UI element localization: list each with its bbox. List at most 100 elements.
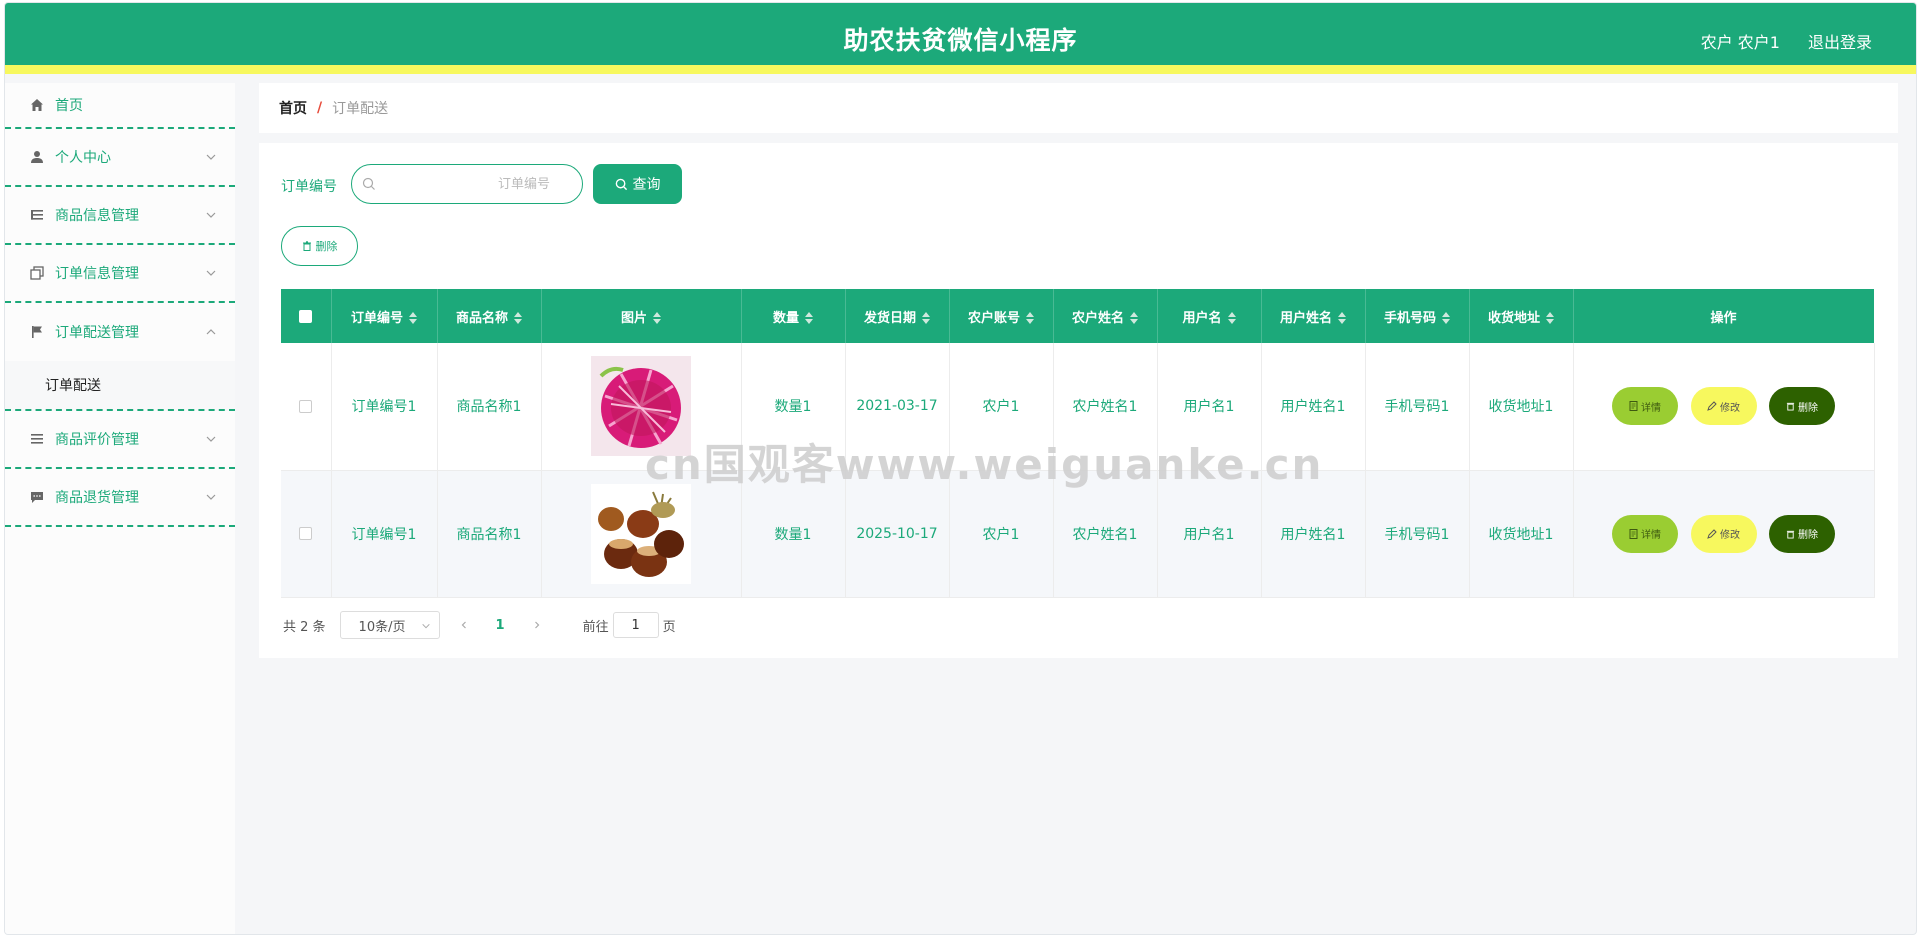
dragon-fruit-image [591, 356, 691, 457]
top-header: 助农扶贫微信小程序 农户 农户1 退出登录 [5, 3, 1916, 74]
list-icon [29, 207, 45, 223]
sidebar-item-product-review[interactable]: 商品评价管理 [5, 411, 235, 469]
column-header[interactable]: 手机号码 [1365, 289, 1470, 343]
sort-icon [805, 312, 813, 324]
cell-qty: 数量1 [741, 470, 846, 598]
search-icon [362, 177, 376, 191]
search-input[interactable] [382, 165, 574, 203]
chevron-down-icon [205, 209, 217, 221]
prev-page-button[interactable] [450, 611, 478, 639]
breadcrumb-current: 订单配送 [332, 101, 389, 117]
cell-date: 2025-10-17 [845, 470, 950, 598]
cell-farmer-account: 农户1 [949, 343, 1054, 471]
column-header[interactable]: 农户账号 [949, 289, 1054, 343]
cell-user-name: 用户姓名1 [1261, 470, 1366, 598]
query-button[interactable]: 查询 [593, 164, 682, 204]
page-number[interactable]: 1 [496, 618, 505, 633]
sidebar-item-order-info[interactable]: 订单信息管理 [5, 245, 235, 303]
next-page-button[interactable] [523, 611, 551, 639]
sort-icon [922, 312, 930, 324]
cell-order-no: 订单编号1 [331, 470, 438, 598]
column-header[interactable]: 数量 [741, 289, 846, 343]
flag-icon [29, 324, 45, 340]
cell-user-name: 用户姓名1 [1261, 343, 1366, 471]
trash-icon [1786, 530, 1795, 538]
detail-button[interactable]: 详情 [1612, 514, 1679, 553]
select-all-cell [281, 289, 332, 343]
goto-suffix: 页 [662, 619, 676, 635]
goto-page-input[interactable] [612, 612, 659, 638]
delete-button[interactable]: 删除 [1768, 387, 1835, 426]
sort-icon [1227, 312, 1236, 324]
trash-icon [302, 241, 311, 251]
select-all-checkbox[interactable] [299, 309, 313, 323]
cell-qty: 数量1 [741, 343, 846, 471]
cell-actions: 详情 修改 删除 [1573, 470, 1875, 598]
data-table: 订单编号 商品名称 图片 数量 发货日期 农户账号 农户姓名 用户名 用户姓名 … [281, 289, 1875, 598]
column-header[interactable]: 商品名称 [437, 289, 542, 343]
cell-date: 2021-03-17 [845, 343, 950, 471]
sidebar-item-order-delivery[interactable]: 订单配送管理 [5, 303, 235, 361]
cell-phone: 手机号码1 [1365, 343, 1470, 471]
sort-icon [409, 312, 417, 324]
sort-icon [653, 312, 661, 324]
batch-delete-button[interactable]: 删除 [281, 226, 358, 266]
sidebar-item-product-return[interactable]: 商品退货管理 [5, 469, 235, 527]
detail-button[interactable]: 详情 [1612, 387, 1679, 426]
sidebar-item-label: 商品评价管理 [55, 432, 139, 448]
search-icon [615, 178, 627, 190]
breadcrumb-separator: / [317, 100, 323, 116]
list-icon [29, 431, 45, 447]
sidebar-item-label: 订单信息管理 [55, 266, 139, 282]
cell-address: 收货地址1 [1469, 343, 1574, 471]
column-header[interactable]: 用户姓名 [1261, 289, 1366, 343]
chevron-up-icon [205, 326, 217, 338]
query-button-label: 查询 [632, 177, 661, 193]
sort-icon [514, 312, 522, 324]
cell-farmer-account: 农户1 [949, 470, 1054, 598]
sidebar-item-personal-center[interactable]: 个人中心 [5, 129, 235, 187]
column-header[interactable]: 图片 [541, 289, 742, 343]
cell-image [541, 343, 742, 471]
search-label: 订单编号 [281, 179, 337, 195]
edit-button[interactable]: 修改 [1690, 514, 1757, 553]
sort-icon [1442, 312, 1450, 324]
breadcrumb: 首页 / 订单配送 [259, 83, 1898, 133]
cell-username: 用户名1 [1157, 470, 1262, 598]
sort-icon [1130, 312, 1138, 324]
cell-address: 收货地址1 [1469, 470, 1574, 598]
sidebar: 首页 个人中心 商品信息管理 订单信息管理 订单配送管理 订单配送 商品评价管理… [5, 83, 235, 934]
sidebar-item-home[interactable]: 首页 [5, 83, 235, 129]
sidebar-item-product-info[interactable]: 商品信息管理 [5, 187, 235, 245]
column-header[interactable]: 发货日期 [845, 289, 950, 343]
page-size-select[interactable]: 10条/页 [339, 611, 440, 639]
chevron-down-icon [205, 151, 217, 163]
table-row: 订单编号1 商品名称1 数量1 2021-03-17 农户1 农户姓名1 用户名… [281, 343, 1875, 471]
row-checkbox[interactable] [299, 527, 313, 540]
logout-button[interactable]: 退出登录 [1808, 29, 1872, 53]
cell-username: 用户名1 [1157, 343, 1262, 471]
copy-icon [29, 265, 45, 281]
column-header[interactable]: 农户姓名 [1053, 289, 1158, 343]
delete-button[interactable]: 删除 [1768, 514, 1835, 553]
edit-icon [1707, 528, 1717, 539]
cell-image [541, 470, 742, 598]
sidebar-subitem-order-delivery[interactable]: 订单配送 [5, 361, 235, 411]
sort-icon [1338, 312, 1346, 324]
document-icon [1629, 401, 1638, 412]
home-icon [29, 97, 45, 113]
sidebar-item-label: 订单配送管理 [55, 325, 139, 341]
app-window: 助农扶贫微信小程序 农户 农户1 退出登录 首页 个人中心 商品信息管理 订单信… [4, 2, 1917, 935]
edit-button[interactable]: 修改 [1690, 387, 1757, 426]
column-header[interactable]: 用户名 [1157, 289, 1262, 343]
chevron-left-icon [461, 621, 466, 629]
document-icon [1629, 528, 1638, 539]
cell-farmer-name: 农户姓名1 [1053, 470, 1158, 598]
row-checkbox[interactable] [299, 399, 313, 413]
cell-phone: 手机号码1 [1365, 470, 1470, 598]
column-header[interactable]: 收货地址 [1469, 289, 1574, 343]
chevron-down-icon [205, 433, 217, 445]
breadcrumb-home[interactable]: 首页 [279, 98, 307, 118]
column-header[interactable]: 订单编号 [331, 289, 438, 343]
chevron-right-icon [534, 621, 539, 629]
